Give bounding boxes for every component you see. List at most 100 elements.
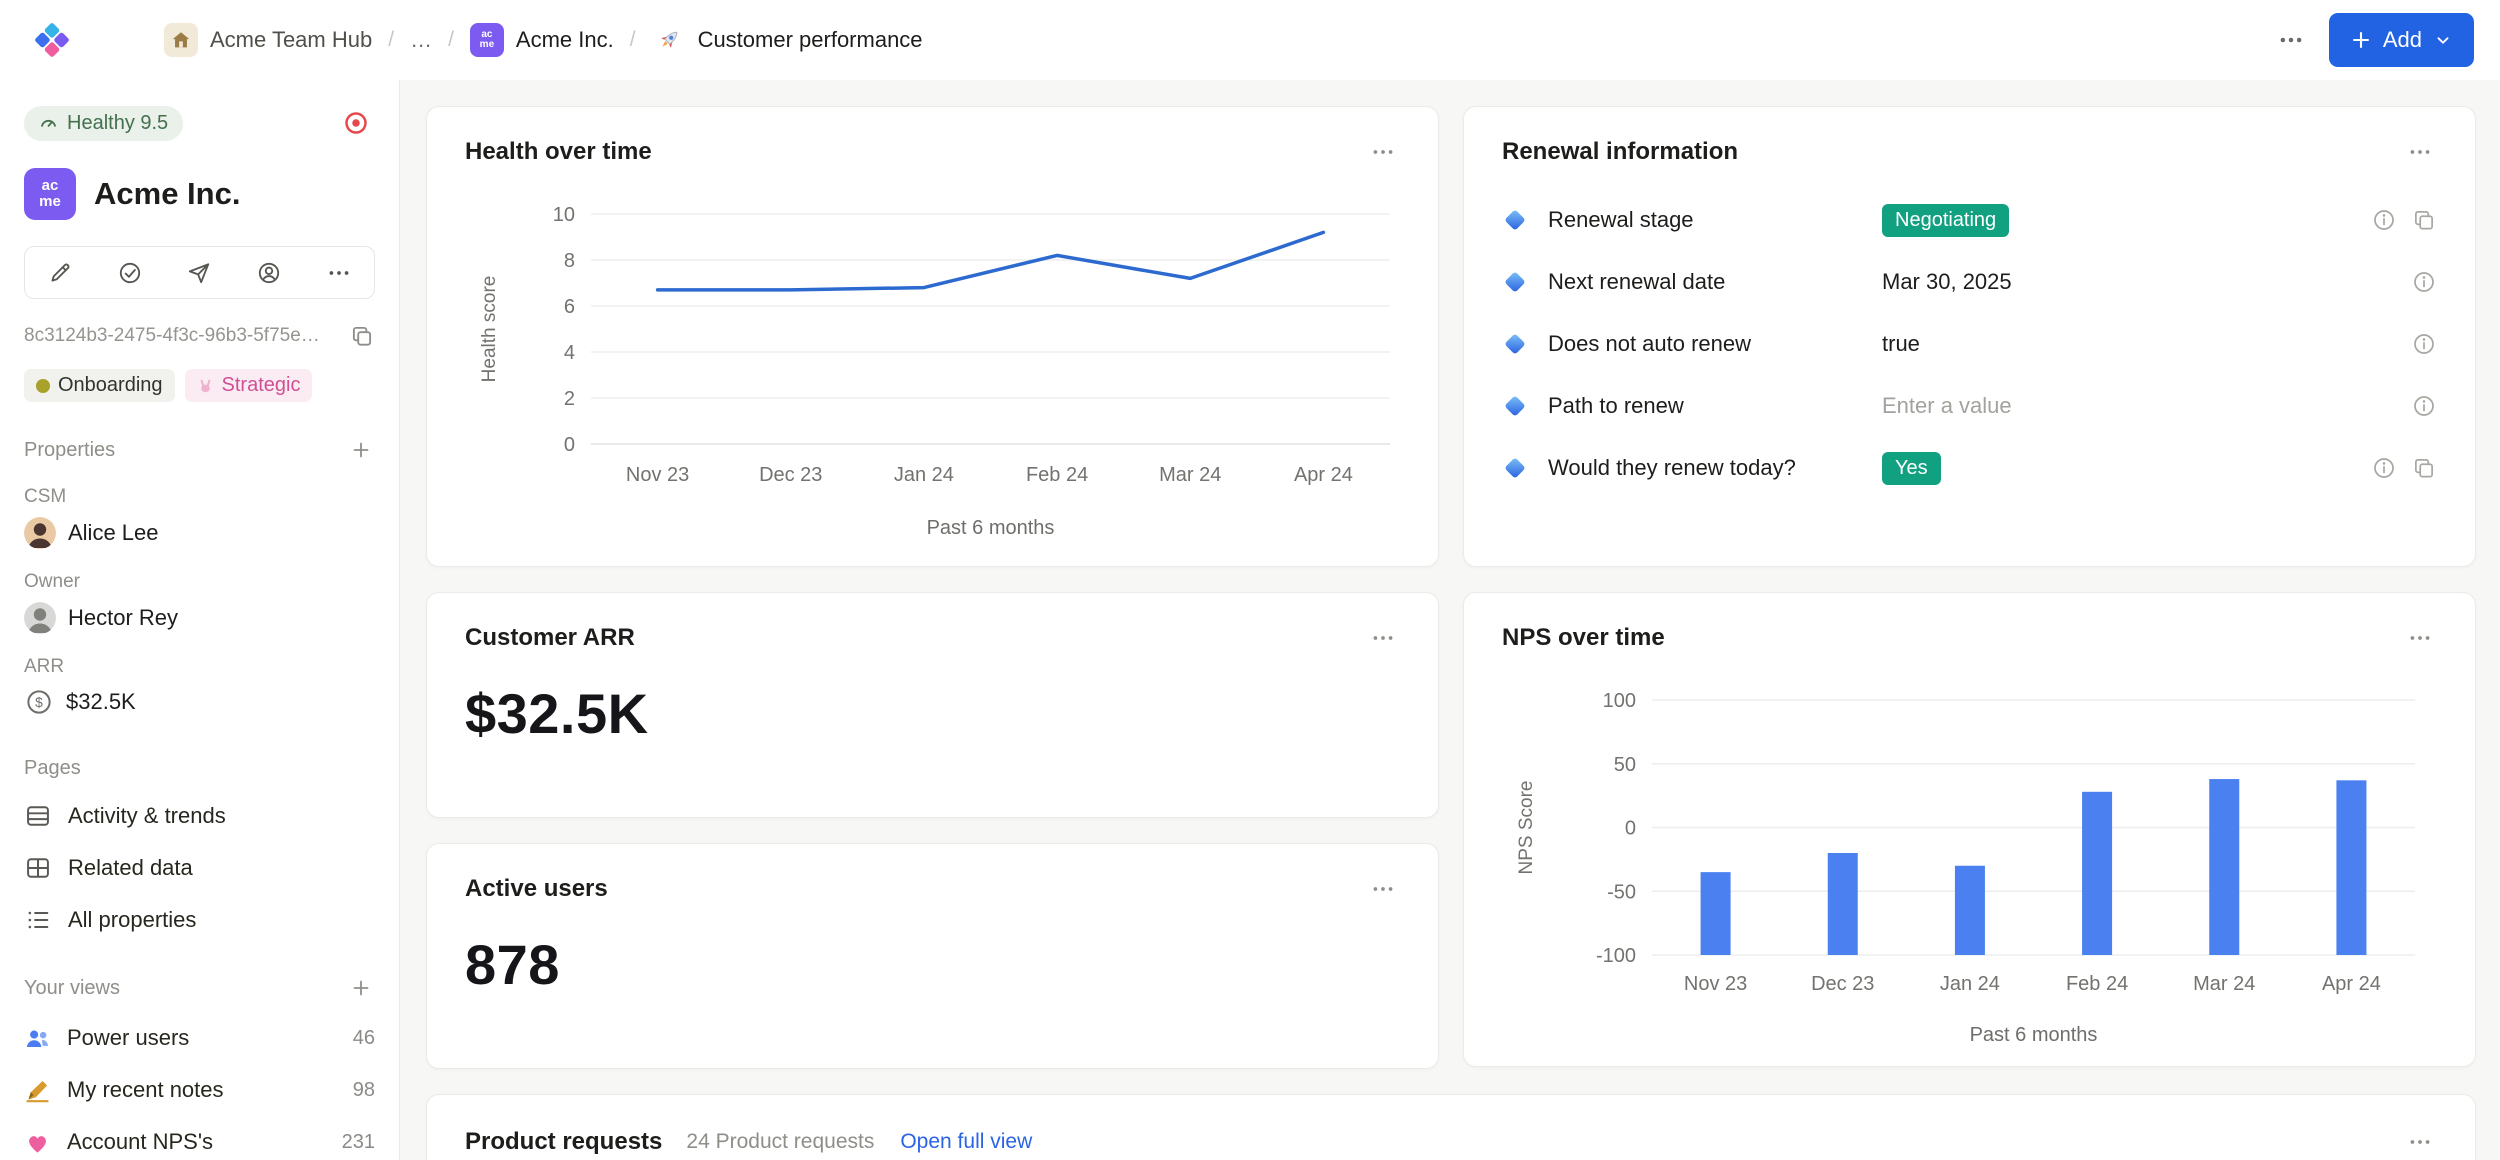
send-button[interactable] — [165, 247, 235, 298]
card-menu-button[interactable] — [1366, 872, 1400, 906]
renewal-rows: Renewal stage Negotiating — [1464, 169, 2475, 499]
property-label[interactable]: Does not auto renew — [1548, 331, 1882, 357]
sidebar-item-all-properties[interactable]: All properties — [24, 894, 375, 946]
breadcrumb-team-hub[interactable]: Acme Team Hub — [158, 19, 378, 61]
field-value-csm[interactable]: Alice Lee — [24, 517, 375, 549]
hand-icon — [197, 377, 214, 394]
property-label[interactable]: Path to renew — [1548, 393, 1882, 419]
property-value[interactable]: Mar 30, 2025 — [1882, 269, 2012, 295]
pages-section-title: Pages — [24, 757, 81, 780]
svg-text:Apr 24: Apr 24 — [2322, 973, 2381, 995]
info-icon[interactable] — [2411, 331, 2437, 357]
svg-text:Past 6 months: Past 6 months — [1970, 1024, 2098, 1046]
property-value[interactable]: Negotiating — [1882, 204, 2009, 237]
property-label[interactable]: Renewal stage — [1548, 207, 1882, 233]
card-menu-button[interactable] — [2403, 1125, 2437, 1159]
add-property-button[interactable] — [347, 436, 375, 464]
copy-icon[interactable] — [349, 323, 375, 349]
svg-text:6: 6 — [564, 296, 575, 318]
card-menu-button[interactable] — [2403, 621, 2437, 655]
info-icon[interactable] — [2371, 455, 2397, 481]
property-value[interactable]: true — [1882, 331, 1920, 357]
svg-text:Health score: Health score — [479, 276, 500, 383]
dashboard-main: Health over time 0246810Nov 23Dec 23Jan … — [400, 80, 2500, 1160]
card-title: Product requests — [465, 1127, 662, 1157]
avatar — [24, 517, 56, 549]
company-avatar-bottom: me — [39, 194, 61, 210]
svg-text:Feb 24: Feb 24 — [1026, 464, 1088, 486]
card-title: NPS over time — [1502, 623, 1665, 653]
property-label[interactable]: Would they renew today? — [1548, 455, 1882, 481]
health-over-time-card: Health over time 0246810Nov 23Dec 23Jan … — [426, 106, 1439, 567]
sidebar-item-activity-trends[interactable]: Activity & trends — [24, 790, 375, 842]
tag-strategic[interactable]: Strategic — [185, 369, 313, 402]
view-count: 231 — [342, 1131, 375, 1154]
breadcrumb-customer-performance[interactable]: Customer performance — [646, 19, 929, 61]
svg-text:Jan 24: Jan 24 — [1940, 973, 2000, 995]
card-menu-button[interactable] — [2403, 135, 2437, 169]
sidebar-toggle-button[interactable] — [96, 19, 138, 61]
health-score-badge[interactable]: Healthy 9.5 — [24, 106, 183, 141]
customer-arr-card: Customer ARR $32.5K — [426, 592, 1439, 818]
tag-onboarding[interactable]: Onboarding — [24, 369, 175, 402]
nps-over-time-card: NPS over time -100-50050100Nov 23Dec 23J… — [1463, 592, 2476, 1067]
active-users-value: 878 — [427, 906, 1438, 997]
property-label[interactable]: Next renewal date — [1548, 269, 1882, 295]
info-icon[interactable] — [2411, 393, 2437, 419]
status-badge: Negotiating — [1882, 204, 2009, 237]
property-diamond-icon — [1502, 331, 1528, 357]
more-actions-button[interactable] — [304, 247, 374, 298]
record-actions-toolbar — [24, 246, 375, 299]
property-value[interactable]: Yes — [1882, 452, 1941, 485]
copy-icon[interactable] — [2411, 455, 2437, 481]
product-requests-count: 24 Product requests — [686, 1130, 874, 1154]
breadcrumb-acme-inc[interactable]: ac me Acme Inc. — [464, 19, 620, 61]
sidebar-item-related-data[interactable]: Related data — [24, 842, 375, 894]
renewal-row-auto-renew: Does not auto renew true — [1502, 313, 2437, 375]
record-uuid: 8c3124b3-2475-4f3c-96b3-5f75e… — [24, 325, 320, 347]
add-view-button[interactable] — [347, 974, 375, 1002]
field-label-csm: CSM — [24, 486, 375, 508]
edit-button[interactable] — [25, 247, 95, 298]
renewal-row-renew-today: Would they renew today? Yes — [1502, 437, 2437, 499]
breadcrumb: Acme Team Hub / … / ac me Acme Inc. / — [158, 19, 929, 61]
property-value-input[interactable]: Enter a value — [1882, 393, 2012, 419]
top-bar: Acme Team Hub / … / ac me Acme Inc. / — [0, 0, 2500, 80]
properties-section-title: Properties — [24, 439, 115, 462]
header-more-button[interactable] — [2271, 20, 2311, 60]
info-icon[interactable] — [2411, 269, 2437, 295]
company-avatar-top: ac — [42, 178, 59, 194]
sidebar-item-account-nps[interactable]: Account NPS's 231 — [24, 1116, 375, 1160]
copy-icon[interactable] — [2411, 207, 2437, 233]
breadcrumb-label: Acme Inc. — [516, 27, 614, 53]
add-button[interactable]: Add — [2329, 13, 2474, 67]
card-menu-button[interactable] — [1366, 135, 1400, 169]
app-logo-icon[interactable] — [28, 16, 76, 64]
field-label-arr: ARR — [24, 656, 375, 678]
svg-text:100: 100 — [1603, 690, 1636, 712]
tags-row: Onboarding Strategic — [24, 369, 375, 402]
avatar — [24, 602, 56, 634]
card-menu-button[interactable] — [1366, 621, 1400, 655]
info-icon[interactable] — [2371, 207, 2397, 233]
chevron-down-icon — [2432, 29, 2454, 51]
sidebar-item-my-recent-notes[interactable]: My recent notes 98 — [24, 1064, 375, 1116]
field-value-arr[interactable]: $ $32.5K — [24, 687, 375, 717]
sidebar-item-power-users[interactable]: Power users 46 — [24, 1012, 375, 1064]
record-indicator-icon[interactable] — [337, 104, 375, 142]
svg-text:4: 4 — [564, 342, 575, 364]
breadcrumb-collapsed[interactable]: … — [404, 23, 438, 57]
org-avatar-icon: ac me — [470, 23, 504, 57]
user-circle-button[interactable] — [234, 247, 304, 298]
check-circle-button[interactable] — [95, 247, 165, 298]
org-avatar-bottom: me — [480, 40, 494, 50]
nps-bar-chart: -100-50050100Nov 23Dec 23Jan 24Feb 24Mar… — [1502, 675, 2439, 1055]
pen-icon — [24, 1077, 51, 1104]
field-value-text: Hector Rey — [68, 605, 178, 631]
field-value-text: $32.5K — [66, 689, 136, 715]
svg-text:10: 10 — [553, 204, 575, 226]
open-full-view-link[interactable]: Open full view — [900, 1130, 1032, 1154]
record-sidebar: Healthy 9.5 ac me Acme Inc. — [0, 80, 400, 1160]
field-value-owner[interactable]: Hector Rey — [24, 602, 375, 634]
arr-value: $32.5K — [427, 655, 1438, 746]
